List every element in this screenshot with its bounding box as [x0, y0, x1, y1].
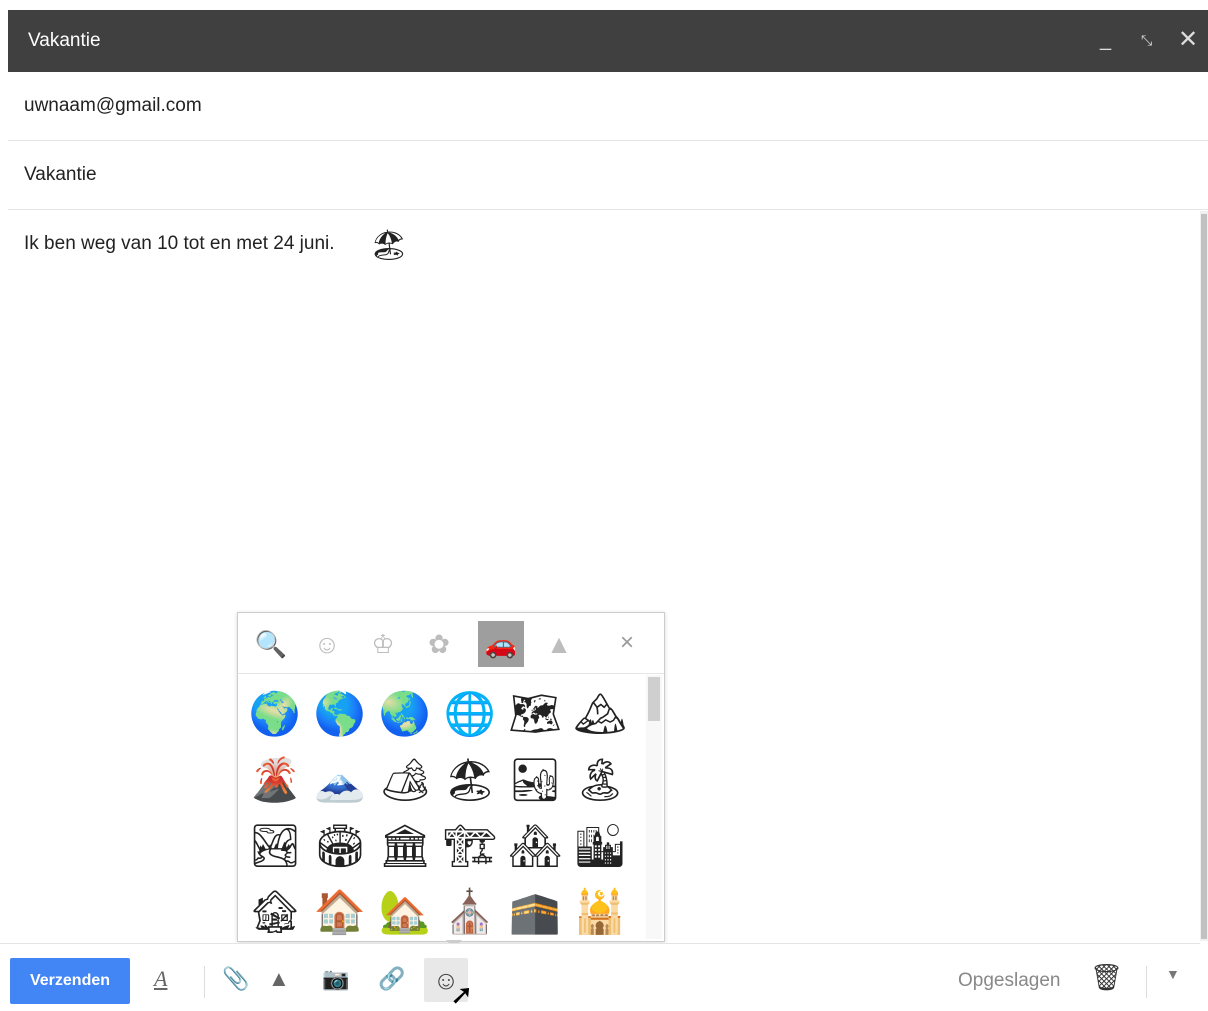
close-picker-icon[interactable]: ×: [620, 629, 634, 657]
church-emoji[interactable]: ⛪: [439, 879, 501, 945]
classical-building-emoji[interactable]: 🏛: [374, 813, 436, 879]
search-icon[interactable]: 🔍: [248, 621, 294, 667]
earth-africa-emoji[interactable]: 🌍: [244, 681, 306, 747]
globe-meridians-emoji[interactable]: 🌐: [439, 681, 501, 747]
mouse-cursor-icon: ➚: [450, 979, 474, 1010]
earth-asia-emoji[interactable]: 🌏: [374, 681, 436, 747]
snow-mountain-emoji[interactable]: 🏔: [569, 681, 631, 747]
car-tab-icon[interactable]: 🚗: [478, 621, 524, 667]
house-emoji[interactable]: 🏠: [309, 879, 371, 945]
close-icon[interactable]: ✕: [1178, 25, 1198, 55]
houses-emoji[interactable]: 🏘: [504, 813, 566, 879]
more-options-icon[interactable]: ▼: [1166, 966, 1180, 982]
compose-title: Vakantie: [28, 30, 101, 51]
minimize-icon[interactable]: _: [1100, 25, 1111, 55]
send-button[interactable]: Verzenden: [10, 958, 130, 1004]
drive-icon[interactable]: ▲: [268, 964, 290, 994]
kaaba-emoji[interactable]: 🕋: [504, 879, 566, 945]
toolbar-divider: [204, 966, 205, 998]
island-emoji[interactable]: 🏝: [569, 747, 631, 813]
construction-emoji[interactable]: 🏗: [439, 813, 501, 879]
text-format-icon[interactable]: A: [154, 964, 167, 994]
mount-fuji-emoji[interactable]: 🗻: [309, 747, 371, 813]
camping-emoji[interactable]: 🏕: [374, 747, 436, 813]
world-map-emoji[interactable]: 🗺: [504, 681, 566, 747]
flower-tab-icon[interactable]: ✿: [416, 621, 462, 667]
beach-umbrella-emoji: 🏖: [370, 229, 409, 262]
derelict-house-emoji[interactable]: 🏚: [244, 879, 306, 945]
mosque-emoji[interactable]: 🕌: [569, 879, 631, 945]
compose-titlebar[interactable]: Vakantie _ ⤡ ✕: [8, 10, 1208, 72]
subject-field[interactable]: Vakantie: [8, 141, 1208, 210]
to-value: uwnaam@gmail.com: [24, 95, 202, 116]
cityscape-emoji[interactable]: 🏙: [569, 813, 631, 879]
national-park-emoji[interactable]: 🏞: [244, 813, 306, 879]
paperclip-icon[interactable]: 📎: [222, 964, 249, 994]
smileys-tab-icon[interactable]: ☺: [304, 621, 350, 667]
emoji-picker: 🔍 ☺ ♔ ✿ 🚗 ▲ × 🌍 🌎 🌏 🌐 🗺 🏔 🌋 🗻 🏕 🏖 🏜 🏝 🏞 …: [237, 612, 665, 942]
volcano-emoji[interactable]: 🌋: [244, 747, 306, 813]
crown-tab-icon[interactable]: ♔: [360, 621, 406, 667]
emoji-category-tabs: 🔍 ☺ ♔ ✿ 🚗 ▲ ×: [238, 613, 664, 674]
emoji-scrollbar-thumb[interactable]: [648, 677, 660, 721]
triangle-tab-icon[interactable]: ▲: [536, 621, 582, 667]
house-garden-emoji[interactable]: 🏡: [374, 879, 436, 945]
earth-americas-emoji[interactable]: 🌎: [309, 681, 371, 747]
beach-umbrella-emoji[interactable]: 🏖: [439, 747, 501, 813]
subject-value: Vakantie: [24, 164, 97, 185]
to-field[interactable]: uwnaam@gmail.com: [8, 72, 1208, 141]
camera-icon[interactable]: 📷: [322, 964, 349, 994]
stadium-emoji[interactable]: 🏟: [309, 813, 371, 879]
link-icon[interactable]: 🔗: [378, 964, 405, 994]
saved-status: Opgeslagen: [958, 970, 1061, 991]
expand-icon[interactable]: ⤡: [1141, 25, 1152, 55]
body-text: Ik ben weg van 10 tot en met 24 juni.: [24, 233, 335, 254]
trash-icon[interactable]: 🗑: [1090, 962, 1123, 992]
emoji-grid: 🌍 🌎 🌏 🌐 🗺 🏔 🌋 🗻 🏕 🏖 🏜 🏝 🏞 🏟 🏛 🏗 🏘 🏙 🏚 🏠 …: [244, 681, 644, 939]
toolbar-divider: [1146, 966, 1147, 998]
compose-toolbar: Verzenden A 📎 ▲ 📷 🔗 ☺ ➚ Opgeslagen 🗑 ▼: [0, 943, 1200, 1010]
desert-emoji[interactable]: 🏜: [504, 747, 566, 813]
body-scrollbar-thumb[interactable]: [1201, 214, 1207, 939]
